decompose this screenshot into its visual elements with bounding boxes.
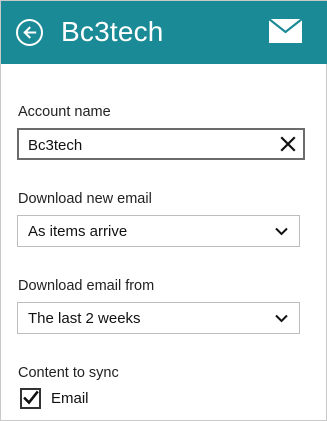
settings-pane: Bc3tech Account name Download new email …: [0, 0, 327, 421]
download-email-from-select[interactable]: The last 2 weeks: [17, 302, 300, 334]
back-arrow-icon: [23, 26, 37, 39]
clear-button[interactable]: [280, 136, 296, 152]
account-name-field[interactable]: [17, 128, 305, 160]
content-to-sync-label: Content to sync: [18, 365, 119, 381]
close-icon: [280, 136, 296, 152]
envelope-icon: [269, 19, 302, 43]
download-email-from-value: The last 2 weeks: [28, 310, 141, 327]
download-new-email-select[interactable]: As items arrive: [17, 215, 300, 247]
email-sync-checkbox[interactable]: [20, 388, 41, 409]
account-name-label: Account name: [18, 104, 111, 120]
chevron-down-icon: [275, 314, 288, 323]
download-email-from-label: Download email from: [18, 278, 155, 294]
download-new-email-label: Download new email: [18, 191, 152, 207]
mail-button[interactable]: [269, 19, 302, 43]
page-title: Bc3tech: [61, 16, 164, 47]
back-button[interactable]: [16, 19, 43, 46]
chevron-down-icon: [275, 227, 288, 236]
checkmark-icon: [23, 390, 39, 405]
email-sync-label: Email: [51, 390, 89, 407]
download-new-email-value: As items arrive: [28, 223, 128, 240]
account-name-input[interactable]: [28, 135, 268, 155]
header-bar: Bc3tech: [1, 1, 327, 64]
